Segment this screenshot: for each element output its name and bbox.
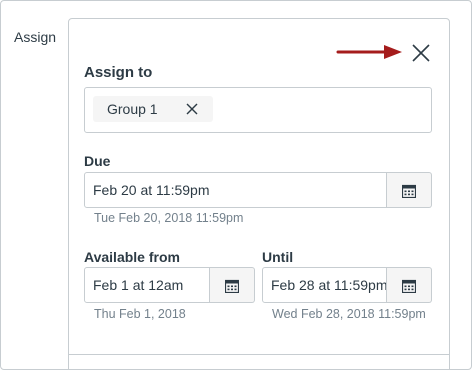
assign-card: Assign to Group 1 Due Feb 20 at 11:59pm	[68, 18, 450, 369]
assign-to-field[interactable]: Group 1	[84, 87, 432, 133]
calendar-icon	[402, 279, 416, 293]
assignee-token-label: Group 1	[107, 101, 158, 117]
until-input[interactable]: Feb 28 at 11:59pm	[262, 267, 387, 303]
calendar-icon	[225, 279, 239, 293]
arrow-right-icon	[336, 45, 402, 59]
available-from-hint: Thu Feb 1, 2018	[94, 307, 186, 321]
until-label: Until	[262, 249, 294, 265]
close-icon[interactable]	[409, 41, 433, 65]
due-date-hint: Tue Feb 20, 2018 11:59pm	[94, 211, 244, 225]
assignee-token: Group 1	[93, 96, 213, 122]
until-hint: Wed Feb 28, 2018 11:59pm	[272, 307, 426, 321]
calendar-icon	[402, 184, 416, 198]
available-from-input[interactable]: Feb 1 at 12am	[84, 267, 210, 303]
assign-label: Assign	[14, 29, 57, 45]
due-label: Due	[84, 153, 111, 169]
until-calendar-button[interactable]	[387, 267, 432, 303]
remove-token-icon[interactable]	[186, 103, 198, 115]
available-from-label: Available from	[84, 249, 180, 265]
section-divider	[69, 354, 449, 355]
assign-to-heading: Assign to	[84, 64, 153, 81]
due-calendar-button[interactable]	[387, 172, 432, 208]
available-from-calendar-button[interactable]	[210, 267, 255, 303]
due-date-input[interactable]: Feb 20 at 11:59pm	[84, 172, 387, 208]
assign-panel: Assign Assign to Group 1 Due Feb 20 at 1…	[0, 0, 472, 370]
